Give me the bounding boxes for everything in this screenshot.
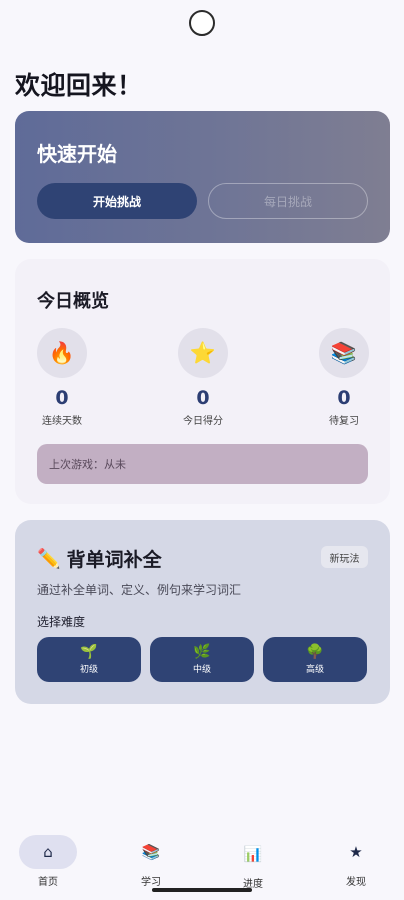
word-game-title: ✏️ 背单词补全	[37, 545, 162, 572]
nav-label: 首页	[38, 877, 58, 888]
word-game-description: 通过补全单词、定义、例句来学习词汇	[37, 583, 242, 597]
books-icon: 📚	[319, 328, 369, 378]
pencil-icon: ✏️	[37, 548, 61, 570]
difficulty-button-label: 中级	[192, 665, 211, 675]
overview-title: 今日概览	[37, 291, 109, 312]
stat-review: 📚 0 待复习	[299, 328, 389, 427]
last-game-banner: 上次游戏：从未	[37, 444, 368, 484]
books-icon: 📚	[141, 843, 161, 861]
stat-score: ⭐ 0 今日得分	[158, 328, 248, 427]
quick-start-title: 快速开始	[37, 142, 117, 166]
stat-label: 连续天数	[42, 416, 82, 427]
page-title: 欢迎回来！	[15, 71, 143, 100]
camera-cutout	[189, 10, 215, 36]
start-challenge-button[interactable]: 开始挑战	[37, 183, 197, 219]
nav-item-study[interactable]: 📚 学习	[116, 835, 186, 888]
difficulty-beginner-button[interactable]: 🌱 初级	[37, 637, 141, 682]
fire-icon: 🔥	[37, 328, 87, 378]
quick-start-card: 快速开始 开始挑战 每日挑战	[15, 111, 390, 243]
stat-label: 今日得分	[183, 416, 223, 427]
difficulty-label: 选择难度	[37, 615, 86, 629]
star-icon: ⭐	[178, 328, 228, 378]
tree-icon: 🌳	[306, 644, 324, 660]
seedling-icon: 🌱	[80, 644, 98, 660]
herb-icon: 🌿	[193, 644, 211, 660]
stat-value: 0	[196, 387, 210, 409]
word-completion-card[interactable]: ✏️ 背单词补全 新玩法 通过补全单词、定义、例句来学习词汇 选择难度 🌱 初级…	[15, 520, 390, 704]
difficulty-advanced-button[interactable]: 🌳 高级	[263, 637, 367, 682]
difficulty-button-label: 高级	[305, 665, 324, 675]
chart-icon: 📊	[243, 845, 263, 863]
stat-streak: 🔥 0 连续天数	[17, 328, 107, 427]
word-game-title-text: 背单词补全	[66, 549, 162, 571]
stat-value: 0	[337, 387, 351, 409]
stat-label: 待复习	[329, 416, 359, 427]
home-icon: ⌂	[19, 835, 77, 869]
star-icon: ★	[349, 843, 363, 861]
new-mode-badge: 新玩法	[321, 546, 368, 568]
nav-item-home[interactable]: ⌂ 首页	[13, 835, 83, 888]
daily-challenge-button[interactable]: 每日挑战	[208, 183, 368, 219]
today-overview-card: 今日概览 🔥 0 连续天数 ⭐ 0 今日得分 📚 0 待复习 上次游戏：从未	[15, 259, 390, 504]
home-indicator	[152, 888, 252, 892]
nav-item-progress[interactable]: 📊 进度	[218, 837, 288, 890]
difficulty-intermediate-button[interactable]: 🌿 中级	[150, 637, 254, 682]
nav-label: 发现	[346, 877, 366, 888]
stat-value: 0	[55, 387, 69, 409]
nav-label: 学习	[141, 877, 161, 888]
nav-item-discover[interactable]: ★ 发现	[321, 835, 391, 888]
difficulty-button-label: 初级	[79, 665, 98, 675]
